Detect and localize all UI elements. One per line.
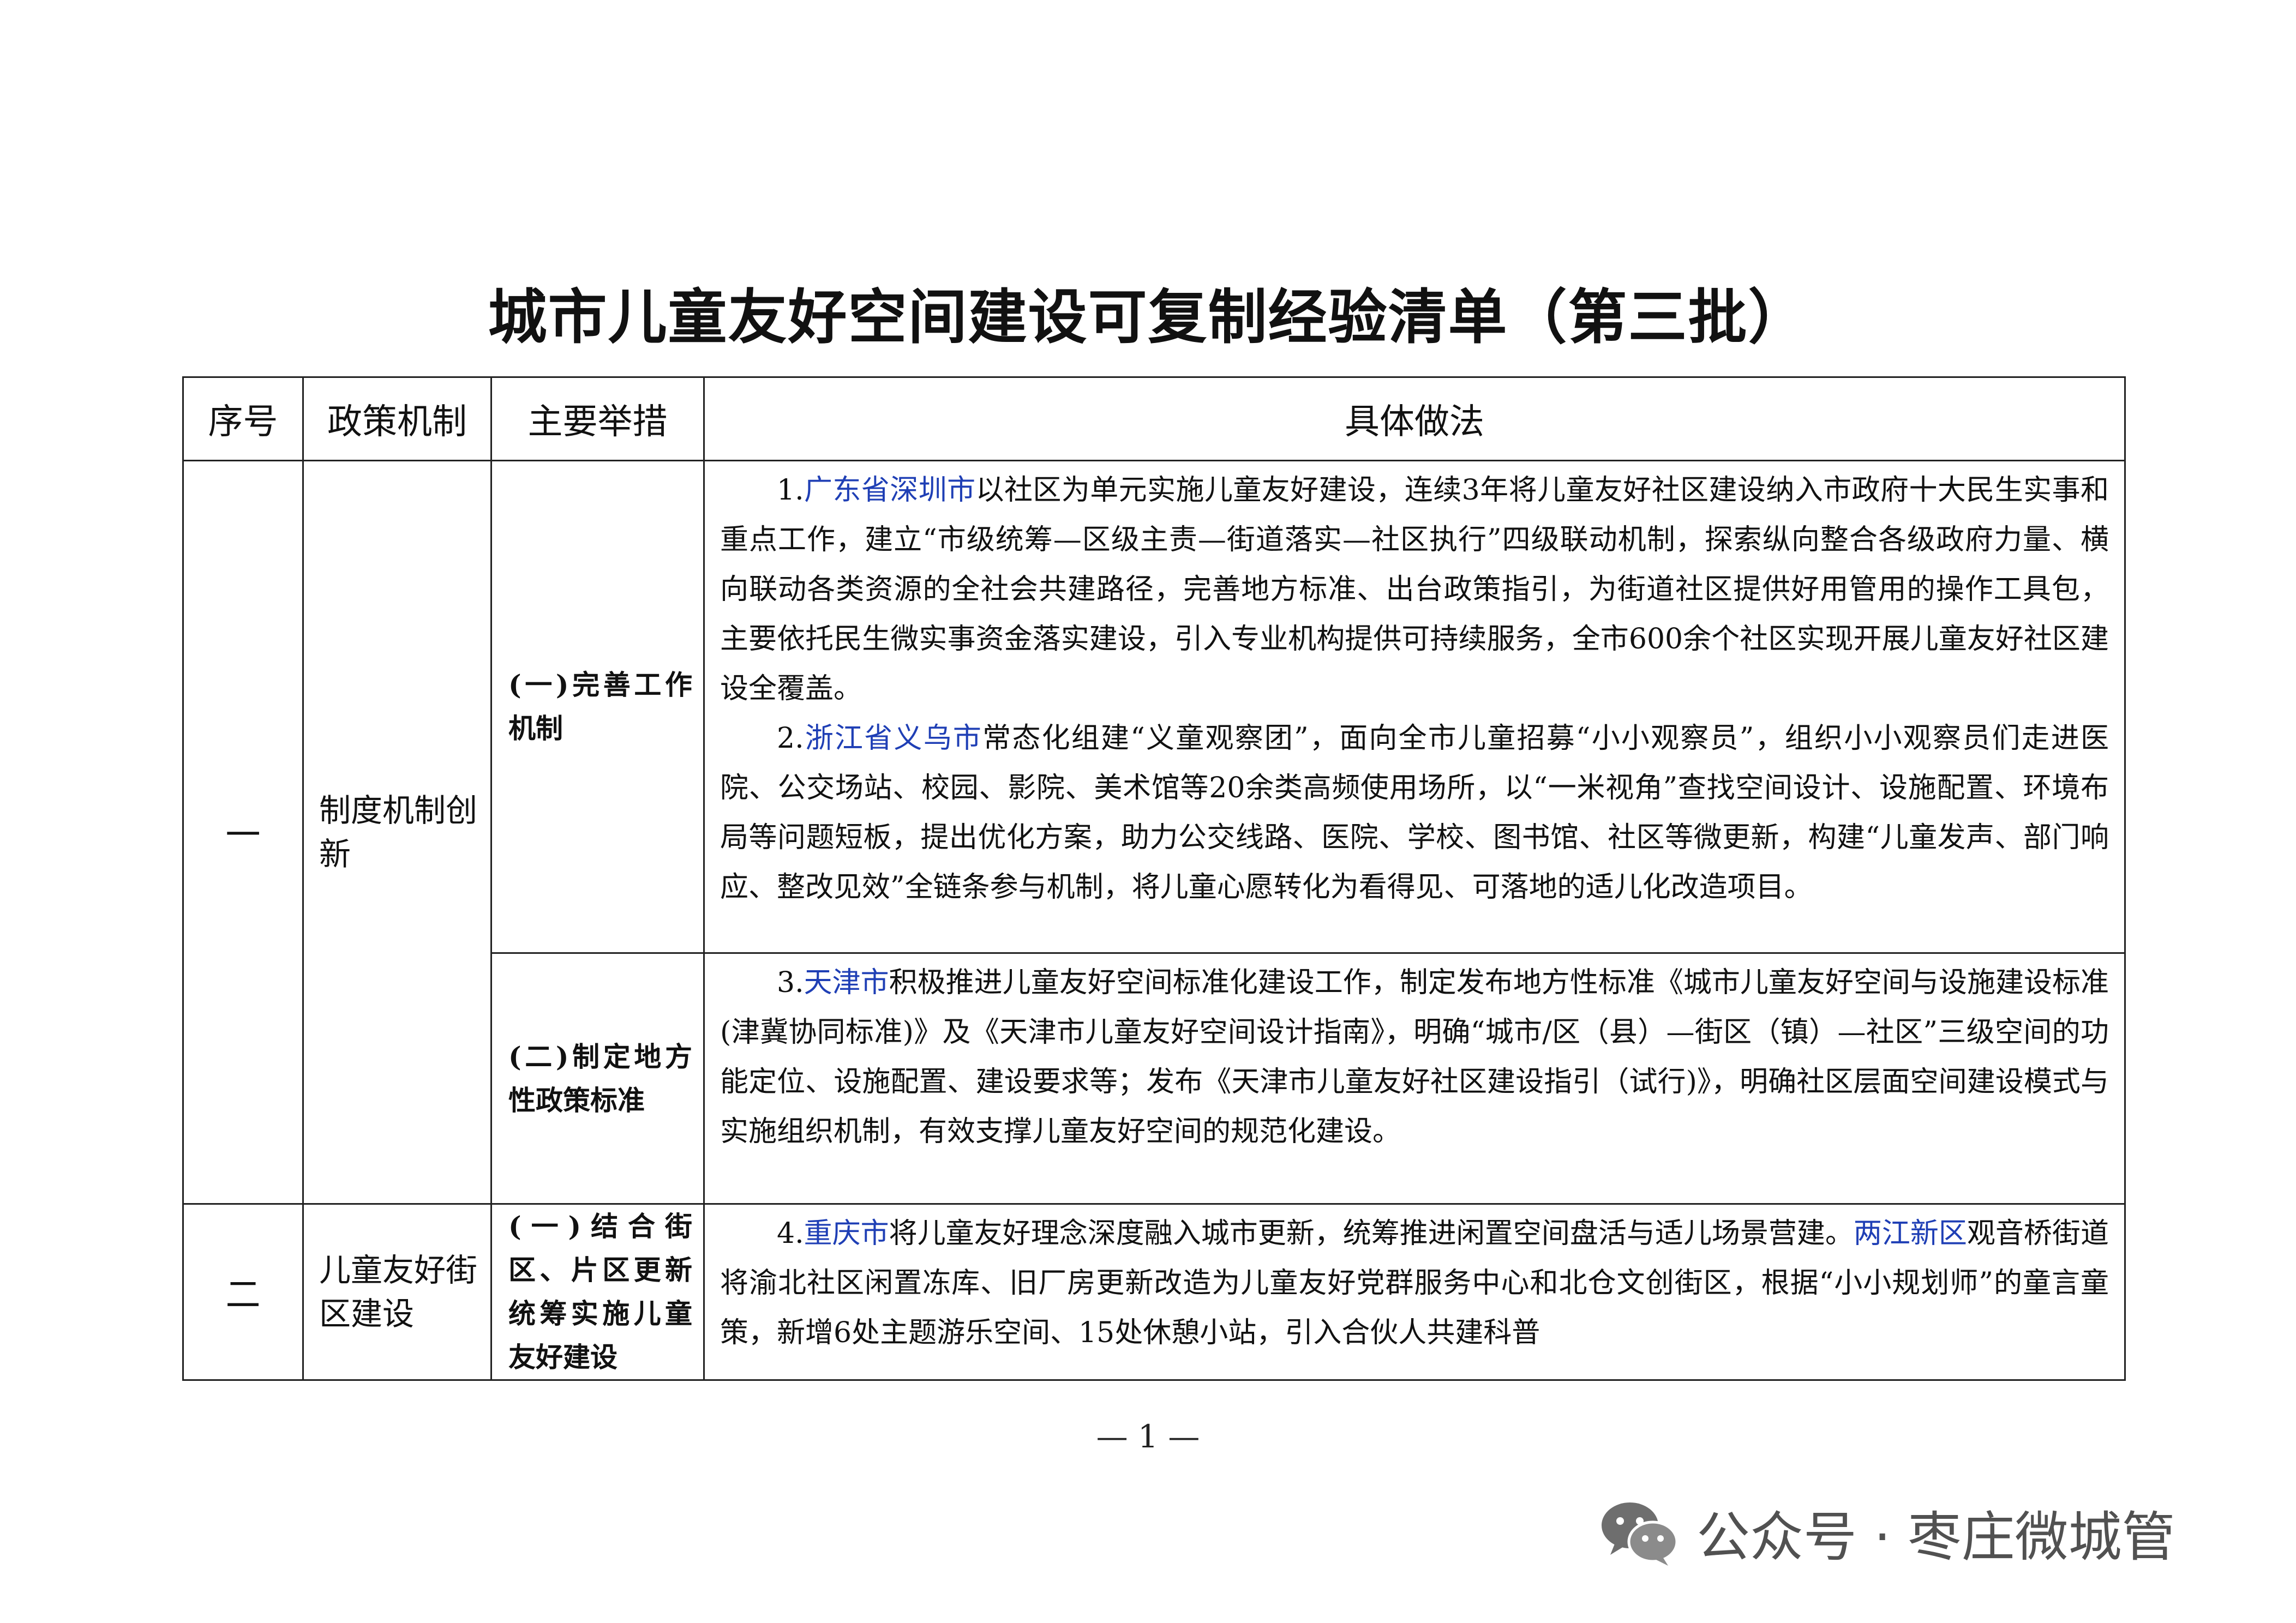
practice-cell-2-1: 4.重庆市将儿童友好理念深度融入城市更新，统筹推进闲置空间盘活与适儿场景营建。两…	[703, 1203, 2126, 1381]
document-title: 城市儿童友好空间建设可复制经验清单（第三批）	[488, 284, 1808, 352]
practice-item-2: 2.浙江省义乌市常态化组建“义童观察团”，面向全市儿童招募“小小观察员”，组织小…	[720, 722, 2109, 904]
measure-cell-1-1: (一)完善工作机制	[490, 460, 705, 954]
table-header-row: 序号 政策机制 主要举措 具体做法	[182, 376, 2126, 461]
practice-item-4: 4.重庆市将儿童友好理念深度融入城市更新，统筹推进闲置空间盘活与适儿场景营建。两…	[720, 1217, 2109, 1349]
watermark: 公众号 · 枣庄微城管	[1598, 1497, 2175, 1568]
practice-cell-1-2: 3.天津市积极推进儿童友好空间标准化建设工作，制定发布地方性标准《城市儿童友好空…	[703, 952, 2126, 1205]
place-name: 天津市	[804, 966, 889, 999]
page-number: — 1 —	[1096, 1418, 1200, 1455]
table-row: 二 儿童友好街区建设 (一)结合街区、片区更新统筹实施儿童友好建设 4.重庆市将…	[182, 1203, 2126, 1381]
measure-cell-2-1: (一)结合街区、片区更新统筹实施儿童友好建设	[490, 1203, 705, 1381]
place-name: 重庆市	[804, 1217, 889, 1250]
policy-cell-1: 制度机制创新	[302, 460, 492, 1205]
measure-cell-1-2: (二)制定地方性政策标准	[490, 952, 705, 1205]
place-name: 广东省深圳市	[804, 474, 976, 507]
header-practice: 具体做法	[703, 376, 2126, 461]
seq-cell-1: 一	[182, 460, 304, 1205]
experience-table: 序号 政策机制 主要举措 具体做法 一 制度机制创新 (一)完善工作机制 1.广…	[182, 376, 2126, 1381]
place-name: 两江新区	[1853, 1217, 1967, 1250]
seq-cell-2: 二	[182, 1203, 304, 1381]
practice-cell-1-1: 1.广东省深圳市以社区为单元实施儿童友好建设，连续3年将儿童友好社区建设纳入市政…	[703, 460, 2126, 954]
header-seq: 序号	[182, 376, 304, 461]
policy-cell-2: 儿童友好街区建设	[302, 1203, 492, 1381]
header-policy: 政策机制	[302, 376, 492, 461]
watermark-text: 公众号 · 枣庄微城管	[1696, 1506, 2175, 1568]
wechat-icon	[1602, 1502, 1678, 1566]
header-measure: 主要举措	[490, 376, 705, 461]
place-name: 浙江省义乌市	[804, 722, 983, 755]
practice-item-3: 3.天津市积极推进儿童友好空间标准化建设工作，制定发布地方性标准《城市儿童友好空…	[720, 966, 2109, 1148]
practice-item-1: 1.广东省深圳市以社区为单元实施儿童友好建设，连续3年将儿童友好社区建设纳入市政…	[720, 474, 2109, 705]
table-row: 一 制度机制创新 (一)完善工作机制 1.广东省深圳市以社区为单元实施儿童友好建…	[182, 460, 2126, 1205]
